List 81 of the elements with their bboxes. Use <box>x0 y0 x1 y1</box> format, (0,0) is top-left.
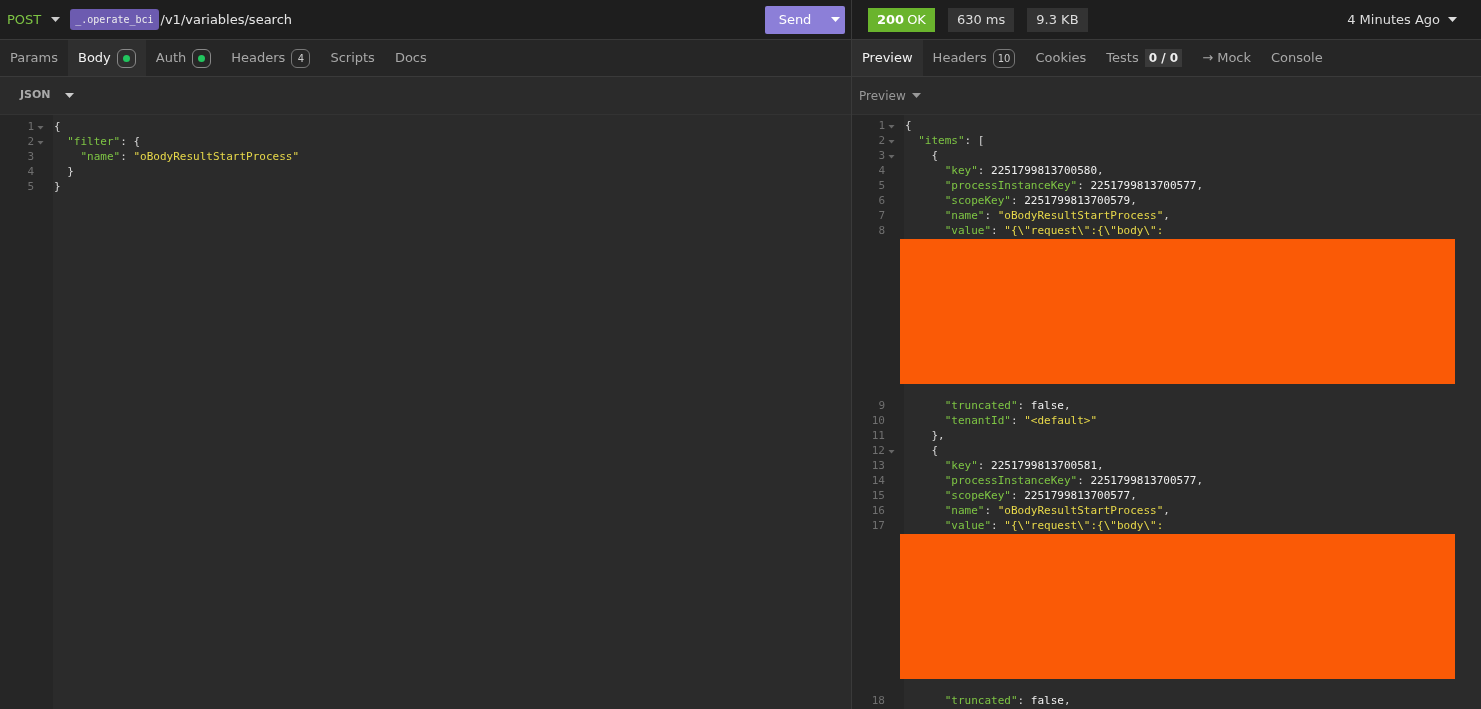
body-type-dropdown[interactable]: JSON <box>20 87 74 104</box>
tab[interactable]: Cookies <box>1025 40 1097 76</box>
code-line: { <box>930 443 939 460</box>
code-line: { <box>904 118 912 135</box>
code-line: "scopeKey": 2251799813700579, <box>943 193 1137 210</box>
line-number: 6 <box>878 193 885 210</box>
history-dropdown[interactable]: 4 Minutes Ago <box>1347 9 1457 30</box>
code-line: "key": 2251799813700581, <box>943 458 1104 475</box>
tab[interactable]: Preview <box>852 40 923 76</box>
line-number: 2 <box>27 134 34 151</box>
status-badge: 200 OK <box>868 7 935 32</box>
caret-icon <box>64 93 74 98</box>
code-line: { <box>930 148 939 165</box>
tab[interactable]: Body <box>68 40 146 76</box>
code-line: "filter": { <box>66 134 141 151</box>
line-number: 4 <box>27 164 34 181</box>
line-number: 15 <box>871 488 885 505</box>
caret-icon <box>51 17 61 22</box>
line-number: 17 <box>871 518 885 535</box>
code-line: "key": 2251799813700580, <box>943 163 1104 180</box>
tab[interactable]: → Mock <box>1192 40 1262 76</box>
fold-caret-icon[interactable] <box>888 124 895 129</box>
code-line: } <box>66 164 74 181</box>
method-dropdown[interactable]: POST <box>7 9 65 30</box>
code-line: "processInstanceKey": 2251799813700577, <box>943 473 1204 490</box>
tab[interactable]: Params <box>0 40 68 76</box>
code-line: "processInstanceKey": 2251799813700577, <box>943 178 1204 195</box>
line-number: 12 <box>871 443 885 460</box>
tab[interactable]: Docs <box>384 40 437 76</box>
environment-tag: _.operate_bci <box>70 9 159 30</box>
code-line: { <box>53 119 61 136</box>
caret-icon <box>911 93 921 98</box>
tab[interactable]: Auth <box>145 40 222 76</box>
code-line: "tenantId": "<default>" <box>943 413 1098 430</box>
line-number: 3 <box>878 148 885 165</box>
code-line: "value": "{\"request\":{\"body\": <box>943 518 1164 535</box>
response-time-badge: 630 ms <box>947 7 1015 32</box>
count-badge: 4 <box>291 48 311 68</box>
code-line: "name": "oBodyResultStartProcess", <box>943 208 1170 225</box>
code-line: "value": "{\"request\":{\"body\": <box>943 223 1164 240</box>
line-number: 3 <box>27 149 34 166</box>
line-number: 2 <box>878 133 885 150</box>
tab[interactable]: Scripts <box>320 40 385 76</box>
line-number: 5 <box>27 179 34 196</box>
code-line: } <box>53 179 61 196</box>
caret-icon <box>1448 17 1457 22</box>
tab[interactable]: Headers 10 <box>922 40 1026 76</box>
line-number: 1 <box>27 119 34 136</box>
line-number: 5 <box>878 178 885 195</box>
url-field[interactable]: /v1/variables/search <box>158 9 293 30</box>
line-number: 11 <box>871 428 885 445</box>
fold-caret-icon[interactable] <box>37 140 44 145</box>
line-number: 14 <box>871 473 885 490</box>
tab[interactable]: Headers 4 <box>221 40 321 76</box>
score-badge: 0 / 0 <box>1144 49 1183 67</box>
fold-caret-icon[interactable] <box>37 125 44 130</box>
tab[interactable]: Tests 0 / 0 <box>1096 40 1193 76</box>
line-number: 13 <box>871 458 885 475</box>
tab[interactable]: Console <box>1261 40 1333 76</box>
code-line: "truncated": false, <box>943 398 1071 415</box>
response-size-badge: 9.3 KB <box>1027 7 1088 32</box>
count-badge: 10 <box>992 48 1016 68</box>
line-number: 18 <box>871 693 885 709</box>
code-line: "items": [ <box>917 133 985 150</box>
line-number: 8 <box>878 223 885 240</box>
line-number: 10 <box>871 413 885 430</box>
code-line: "name": "oBodyResultStartProcess" <box>79 149 300 166</box>
line-number: 4 <box>878 163 885 180</box>
code-line: "scopeKey": 2251799813700577, <box>943 488 1137 505</box>
line-number: 1 <box>878 118 885 135</box>
line-number: 7 <box>878 208 885 225</box>
preview-mode-dropdown[interactable]: Preview <box>859 86 921 105</box>
caret-icon <box>830 17 840 22</box>
fold-caret-icon[interactable] <box>888 154 895 159</box>
fold-caret-icon[interactable] <box>888 449 895 454</box>
fold-caret-icon[interactable] <box>888 139 895 144</box>
code-line: }, <box>930 428 945 445</box>
code-line: "name": "oBodyResultStartProcess", <box>943 503 1170 520</box>
code-line: "truncated": false, <box>943 693 1071 709</box>
line-number: 9 <box>878 398 885 415</box>
line-number: 16 <box>871 503 885 520</box>
